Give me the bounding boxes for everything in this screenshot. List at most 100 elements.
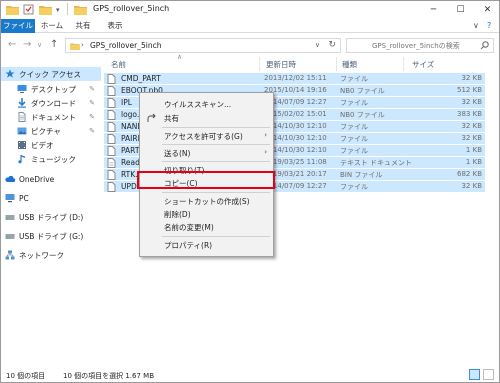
file-size: 32 KB xyxy=(461,98,482,106)
file-name: CMD_PART xyxy=(121,74,161,83)
breadcrumb[interactable]: GPS_rollover_5inch xyxy=(90,41,161,50)
file-type: ファイル xyxy=(340,147,368,155)
file-type: BIN ファイル xyxy=(340,171,383,179)
tab-share[interactable]: 共有 xyxy=(73,19,93,33)
menu-item-give-access[interactable]: アクセスを許可する(G) › xyxy=(140,130,273,142)
submenu-arrow-icon: › xyxy=(264,148,267,156)
column-header-name[interactable]: 名前 xyxy=(111,59,126,73)
nav-usb-d[interactable]: USB ドライブ (D:) xyxy=(1,210,101,224)
menu-item-create-shortcut[interactable]: ショートカットの作成(S) xyxy=(140,195,273,207)
text-file-icon xyxy=(107,158,116,168)
nav-network[interactable]: ネットワーク xyxy=(1,248,101,262)
address-bar[interactable]: › GPS_rollover_5inch ∨ ↻ xyxy=(65,38,341,53)
desktop-icon xyxy=(17,85,27,93)
menu-item-label: 削除(D) xyxy=(164,210,191,219)
file-type: NB0 ファイル xyxy=(340,87,385,95)
menu-item-virus-scan[interactable]: ウイルススキャン... xyxy=(140,98,273,110)
quick-access-new-folder-icon[interactable] xyxy=(39,3,52,16)
file-name: IPL xyxy=(121,98,132,107)
file-icon xyxy=(107,122,116,132)
title-folder-icon xyxy=(74,3,87,16)
menu-item-share[interactable]: 共有 xyxy=(140,112,273,124)
file-type: ファイル xyxy=(340,123,368,131)
recent-locations-icon[interactable]: ∨ xyxy=(37,41,42,49)
explorer-window: ▾ GPS_rollover_5inch ─ ☐ ✕ ファイル ホーム 共有 表… xyxy=(0,0,500,383)
nav-quick-access[interactable]: クイック アクセス xyxy=(1,67,101,81)
download-icon xyxy=(18,98,26,108)
ribbon-expand-icon[interactable]: ∨ xyxy=(473,21,479,30)
address-dropdown-icon[interactable]: ∨ xyxy=(315,41,320,49)
file-type: NB0 ファイル xyxy=(340,111,385,119)
refresh-icon[interactable]: ↻ xyxy=(328,40,336,50)
scrollbar[interactable] xyxy=(493,57,499,363)
maximize-button[interactable]: ☐ xyxy=(447,1,474,19)
tab-file[interactable]: ファイル xyxy=(1,19,35,33)
menu-item-label: ショートカットの作成(S) xyxy=(164,197,250,206)
file-size: 1 KB xyxy=(465,146,482,154)
nav-videos[interactable]: ビデオ xyxy=(1,138,101,152)
pin-icon[interactable]: ✎ xyxy=(89,113,95,121)
file-size: 32 KB xyxy=(461,74,482,82)
details-view-button[interactable] xyxy=(469,369,480,380)
menu-item-send-to[interactable]: 送る(N) › xyxy=(140,147,273,159)
copy-highlight-box xyxy=(137,171,275,189)
pin-icon[interactable]: ✎ xyxy=(89,127,95,135)
nav-pc[interactable]: PC xyxy=(1,191,101,205)
document-icon xyxy=(18,112,26,122)
nav-music[interactable]: ミュージック xyxy=(1,152,101,166)
breadcrumb-separator-icon: › xyxy=(81,41,84,49)
share-icon xyxy=(147,113,156,122)
star-icon xyxy=(5,69,15,78)
menu-item-rename[interactable]: 名前の変更(M) xyxy=(140,221,273,233)
column-divider[interactable] xyxy=(259,57,260,71)
usb-drive-icon xyxy=(5,234,15,239)
sort-ascending-icon: ∧ xyxy=(177,53,183,61)
column-header-date[interactable]: 更新日時 xyxy=(266,59,296,73)
file-icon xyxy=(107,74,116,84)
column-divider[interactable] xyxy=(336,57,337,71)
nav-documents[interactable]: ドキュメント ✎ xyxy=(1,110,101,124)
nav-pictures[interactable]: ピクチャ ✎ xyxy=(1,124,101,138)
menu-item-properties[interactable]: プロパティ(R) xyxy=(140,239,273,251)
nav-usb-g[interactable]: USB ドライブ (G:) xyxy=(1,229,101,243)
pin-icon[interactable]: ✎ xyxy=(89,85,95,93)
tab-home[interactable]: ホーム xyxy=(39,19,65,33)
quick-access-dropdown-icon[interactable]: ▾ xyxy=(56,3,60,16)
file-type: ファイル xyxy=(340,183,368,191)
file-row[interactable]: CMD_PART 2013/12/02 15:11 ファイル 32 KB xyxy=(104,73,485,84)
nav-onedrive[interactable]: OneDrive xyxy=(1,172,101,186)
menu-separator xyxy=(162,161,270,162)
search-box xyxy=(346,38,494,53)
back-icon[interactable]: ← xyxy=(8,39,16,50)
close-button[interactable]: ✕ xyxy=(474,1,499,19)
pin-icon[interactable]: ✎ xyxy=(89,99,95,107)
nav-downloads[interactable]: ダウンロード ✎ xyxy=(1,96,101,110)
file-icon xyxy=(107,134,116,144)
menu-item-delete[interactable]: 削除(D) xyxy=(140,208,273,220)
menu-item-label: アクセスを許可する(G) xyxy=(164,132,243,141)
navigation-pane: クイック アクセス デスクトップ ✎ ダウンロード ✎ ドキュメント ✎ ピクチ… xyxy=(1,57,101,363)
large-icons-view-button[interactable] xyxy=(483,369,494,380)
nav-item-label: ネットワーク xyxy=(19,250,64,260)
file-size: 1 KB xyxy=(465,158,482,166)
up-icon[interactable]: ↑ xyxy=(50,39,58,50)
file-icon xyxy=(107,110,116,120)
file-icon xyxy=(107,170,116,180)
help-icon[interactable]: ? xyxy=(487,21,491,30)
column-header-type[interactable]: 種類 xyxy=(342,59,357,73)
forward-icon[interactable]: → xyxy=(23,39,31,50)
nav-item-label: ビデオ xyxy=(31,140,54,150)
music-icon xyxy=(18,155,25,164)
column-header-size[interactable]: サイズ xyxy=(412,59,434,73)
quick-access-properties-icon[interactable] xyxy=(23,3,34,16)
search-icon[interactable] xyxy=(480,41,489,52)
search-input[interactable] xyxy=(347,39,472,52)
tab-view[interactable]: 表示 xyxy=(105,19,125,33)
column-divider[interactable] xyxy=(403,57,404,71)
minimize-button[interactable]: ─ xyxy=(420,1,447,19)
menu-separator xyxy=(162,144,270,145)
nav-desktop[interactable]: デスクトップ ✎ xyxy=(1,82,101,96)
file-size: 32 KB xyxy=(461,122,482,130)
status-bar: 10 個の項目 10 個の項目を選択 1.67 MB xyxy=(1,365,499,382)
ribbon-tabs: ファイル ホーム 共有 表示 ∨ ? xyxy=(1,19,499,33)
